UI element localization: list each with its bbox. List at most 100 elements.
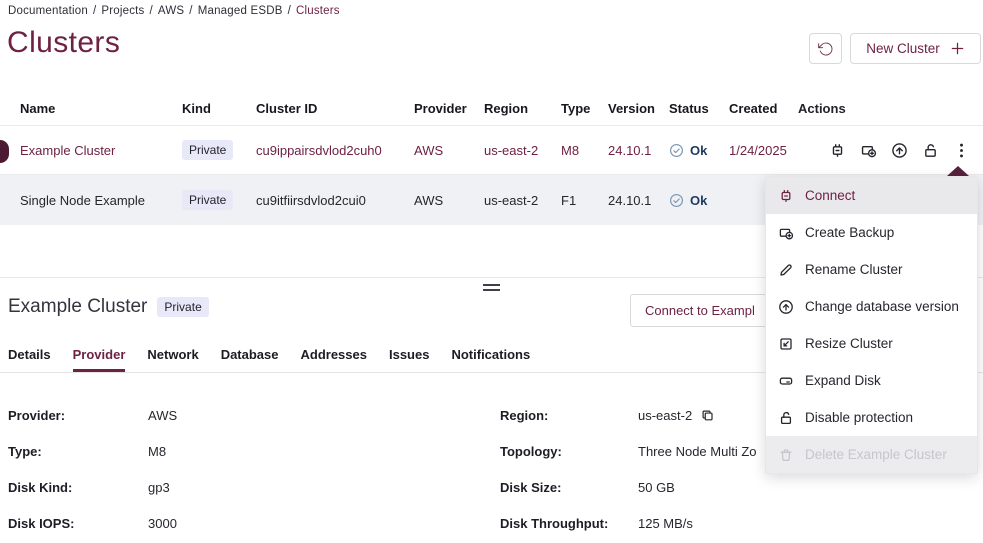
check-circle-icon [669, 143, 684, 158]
field-value: Three Node Multi Zo [638, 444, 757, 459]
copy-icon[interactable] [700, 408, 715, 423]
detail-private-badge: Private [157, 297, 208, 317]
check-circle-icon [669, 193, 684, 208]
breadcrumb-separator: / [189, 5, 192, 17]
menu-item-change-database-version[interactable]: Change database version [766, 288, 977, 325]
detail-cluster-title: Example Cluster [8, 296, 147, 318]
field-value: M8 [148, 444, 166, 459]
cell-region: us-east-2 [484, 193, 561, 208]
field-disk-kind: Disk Kind: gp3 [8, 469, 177, 505]
arrow-up-circle-icon [778, 299, 794, 315]
column-header-name: Name [20, 101, 182, 116]
field-label: Disk Kind: [8, 480, 148, 495]
menu-item-create-backup[interactable]: Create Backup [766, 214, 977, 251]
breadcrumb-clusters[interactable]: Clusters [296, 5, 340, 17]
breadcrumb-separator: / [150, 5, 153, 17]
column-header-created: Created [729, 101, 798, 116]
cell-cluster-id: cu9ippairsdvlod2cuh0 [256, 143, 414, 158]
create-backup-icon[interactable] [860, 142, 877, 159]
cell-provider: AWS [414, 143, 484, 158]
breadcrumb-documentation[interactable]: Documentation [8, 5, 88, 17]
cell-status: Ok [669, 193, 729, 208]
new-cluster-button[interactable]: New Cluster [850, 33, 981, 64]
menu-item-label: Resize Cluster [805, 336, 893, 351]
field-value: gp3 [148, 480, 170, 495]
breadcrumb-managed-esdb[interactable]: Managed ESDB [198, 5, 283, 17]
menu-item-resize-cluster[interactable]: Resize Cluster [766, 325, 977, 362]
tab-network[interactable]: Network [147, 347, 198, 372]
tab-provider[interactable]: Provider [73, 347, 126, 372]
field-label: Type: [8, 444, 148, 459]
column-header-cluster-id: Cluster ID [256, 101, 414, 116]
cell-region: us-east-2 [484, 143, 561, 158]
tab-notifications[interactable]: Notifications [451, 347, 530, 372]
field-label: Provider: [8, 408, 148, 423]
menu-item-delete-cluster: Delete Example Cluster [766, 436, 977, 473]
splitter-drag-handle[interactable] [483, 284, 500, 291]
clusters-page: Documentation / Projects / AWS / Managed… [0, 0, 983, 543]
upgrade-version-icon[interactable] [891, 142, 908, 159]
column-header-provider: Provider [414, 101, 484, 116]
cell-kind: Private [182, 140, 256, 160]
kebab-menu-icon[interactable] [953, 142, 970, 159]
menu-item-rename-cluster[interactable]: Rename Cluster [766, 251, 977, 288]
plug-icon [778, 188, 794, 204]
menu-item-label: Connect [805, 188, 855, 203]
menu-item-connect[interactable]: Connect [766, 177, 977, 214]
column-header-status: Status [669, 101, 729, 116]
field-region: Region: us-east-2 [500, 397, 757, 433]
cell-provider: AWS [414, 193, 484, 208]
menu-item-disable-protection[interactable]: Disable protection [766, 399, 977, 436]
field-value: 3000 [148, 516, 177, 531]
field-value: us-east-2 [638, 408, 692, 423]
tab-addresses[interactable]: Addresses [301, 347, 367, 372]
field-disk-throughput: Disk Throughput: 125 MB/s [500, 505, 757, 541]
menu-item-expand-disk[interactable]: Expand Disk [766, 362, 977, 399]
table-header-row: Name Kind Cluster ID Provider Region Typ… [0, 92, 983, 125]
status-badge: Ok [690, 193, 707, 208]
kind-badge: Private [182, 140, 233, 160]
resize-icon [778, 336, 794, 352]
breadcrumb-separator: / [288, 5, 291, 17]
protection-lock-icon[interactable] [922, 142, 939, 159]
column-header-actions: Actions [798, 101, 983, 116]
row-context-menu: Connect Create Backup Rename Cluster Cha… [765, 166, 978, 474]
menu-item-label: Create Backup [805, 225, 894, 240]
new-cluster-label: New Cluster [866, 41, 940, 56]
breadcrumb: Documentation / Projects / AWS / Managed… [8, 5, 340, 17]
column-header-version: Version [608, 101, 669, 116]
column-header-type: Type [561, 101, 608, 116]
field-value: 50 GB [638, 480, 675, 495]
connect-icon[interactable] [829, 142, 846, 159]
menu-item-label: Rename Cluster [805, 262, 903, 277]
refresh-icon [818, 41, 834, 57]
cell-created: 1/24/2025 [729, 143, 798, 158]
cell-cluster-id: cu9itfiirsdvlod2cui0 [256, 193, 414, 208]
breadcrumb-aws[interactable]: AWS [158, 5, 184, 17]
selected-row-marker [0, 140, 9, 163]
field-value: AWS [148, 408, 177, 423]
backup-icon [778, 225, 794, 241]
breadcrumb-separator: / [93, 5, 96, 17]
cell-status: Ok [669, 143, 729, 158]
cell-kind: Private [182, 190, 256, 210]
menu-item-label: Delete Example Cluster [805, 447, 947, 462]
refresh-button[interactable] [809, 33, 842, 64]
tab-database[interactable]: Database [221, 347, 279, 372]
field-provider: Provider: AWS [8, 397, 177, 433]
field-disk-size: Disk Size: 50 GB [500, 469, 757, 505]
breadcrumb-projects[interactable]: Projects [101, 5, 144, 17]
cell-name: Single Node Example [20, 193, 182, 208]
field-label: Disk Size: [500, 480, 638, 495]
unlock-icon [778, 410, 794, 426]
cell-actions [798, 142, 983, 159]
page-title: Clusters [7, 26, 120, 60]
field-topology: Topology: Three Node Multi Zo [500, 433, 757, 469]
menu-item-label: Disable protection [805, 410, 913, 425]
menu-item-label: Change database version [805, 299, 959, 314]
field-label: Region: [500, 408, 638, 423]
detail-header: Example Cluster Private [8, 296, 209, 318]
tab-details[interactable]: Details [8, 347, 51, 372]
tab-issues[interactable]: Issues [389, 347, 429, 372]
plus-icon [950, 41, 965, 56]
